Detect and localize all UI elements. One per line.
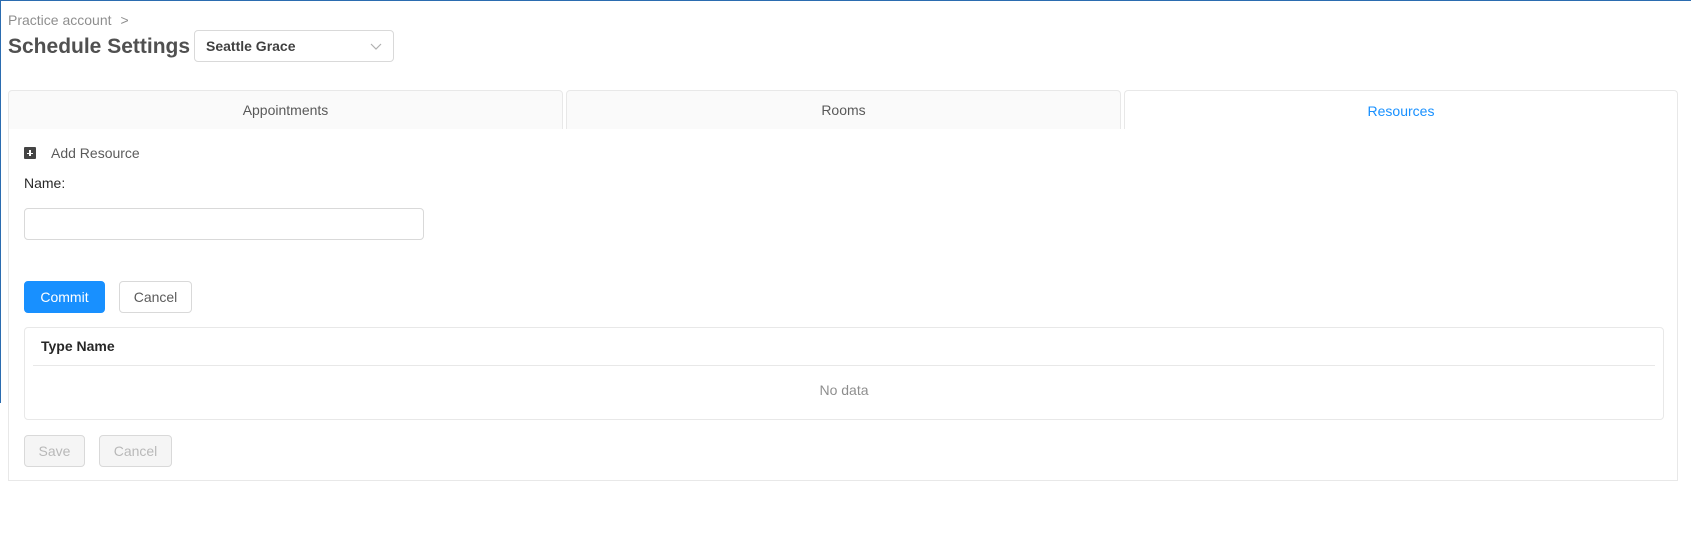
breadcrumb-link-practice-account[interactable]: Practice account: [8, 12, 112, 28]
breadcrumb: Practice account >: [8, 12, 129, 28]
tab-appointments[interactable]: Appointments: [8, 90, 563, 130]
chevron-down-icon: [370, 43, 382, 50]
tab-label: Resources: [1367, 102, 1435, 119]
location-select[interactable]: Seattle Grace: [194, 30, 394, 62]
page-title: Schedule Settings: [8, 35, 191, 58]
empty-table-message: No data: [819, 382, 869, 398]
tab-label: Rooms: [821, 102, 866, 118]
window-border-top: [0, 0, 1691, 1]
save-button[interactable]: Save: [24, 435, 85, 467]
app-window: Practice account > Schedule Settings Sea…: [0, 0, 1691, 549]
name-input[interactable]: [24, 208, 424, 240]
tab-resources[interactable]: Resources: [1124, 90, 1678, 131]
column-header-type-name[interactable]: Type Name: [41, 338, 115, 354]
add-resource-label: Add Resource: [51, 145, 140, 161]
tab-rooms[interactable]: Rooms: [566, 90, 1121, 130]
settings-tabs: Appointments Rooms Resources: [8, 90, 1678, 131]
window-border-left: [0, 0, 1, 403]
breadcrumb-separator: >: [120, 12, 129, 28]
header-divider: [33, 365, 1655, 366]
resources-table: Type Name No data: [24, 327, 1664, 420]
tab-label: Appointments: [242, 102, 329, 118]
plus-square-icon: [24, 147, 36, 159]
cancel-button[interactable]: Cancel: [119, 281, 192, 313]
location-select-value: Seattle Grace: [206, 38, 296, 54]
resources-panel: Add Resource Name: Commit Cancel Type Na…: [8, 129, 1678, 481]
name-label: Name:: [24, 175, 66, 191]
add-resource-button[interactable]: Add Resource: [24, 145, 140, 161]
footer-cancel-button[interactable]: Cancel: [99, 435, 172, 467]
commit-button[interactable]: Commit: [24, 281, 105, 313]
